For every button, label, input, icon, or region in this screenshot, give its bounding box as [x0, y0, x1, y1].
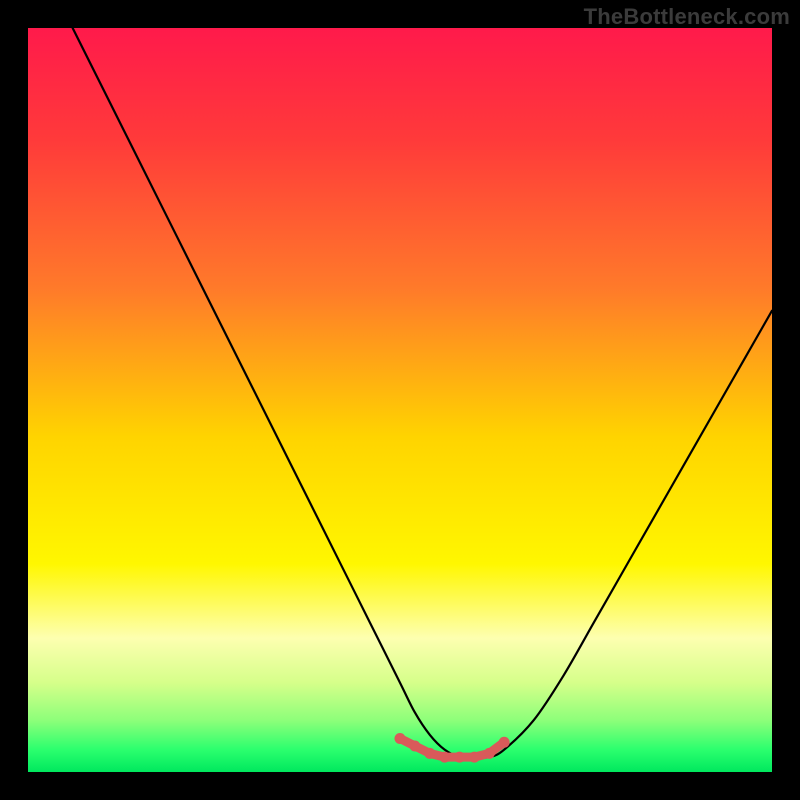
- marker-dot: [484, 748, 495, 759]
- chart-svg: [28, 28, 772, 772]
- chart-frame: TheBottleneck.com: [0, 0, 800, 800]
- marker-dot: [409, 740, 420, 751]
- gradient-background: [28, 28, 772, 772]
- marker-dot: [454, 752, 465, 763]
- marker-dot: [439, 752, 450, 763]
- marker-dot: [424, 748, 435, 759]
- marker-dot: [499, 737, 510, 748]
- watermark-text: TheBottleneck.com: [584, 4, 790, 30]
- marker-dot: [469, 752, 480, 763]
- plot-area: [28, 28, 772, 772]
- marker-dot: [395, 733, 406, 744]
